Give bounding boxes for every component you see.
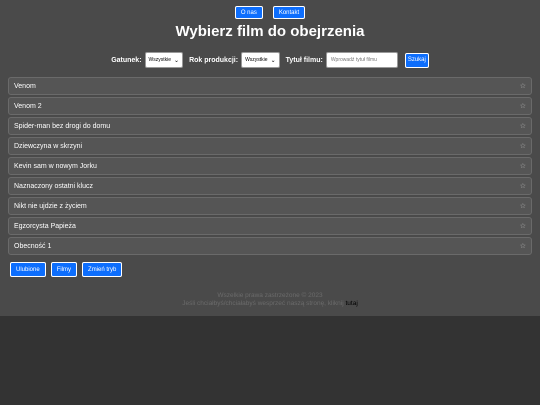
list-item[interactable]: Nikt nie ujdzie z życiem ☆ bbox=[8, 197, 532, 215]
star-icon[interactable]: ☆ bbox=[520, 182, 526, 190]
movie-title: Egzorcysta Papieża bbox=[14, 222, 76, 230]
filter-bar: Gatunek: Wszystkie ⌄ Rok produkcji: Wszy… bbox=[0, 52, 540, 68]
movie-title: Naznaczony ostatni klucz bbox=[14, 182, 93, 190]
contact-button[interactable]: Kontakt bbox=[272, 6, 306, 19]
movie-title: Spider-man bez drogi do domu bbox=[14, 122, 111, 130]
support-line: Jeśli chciałbyś/chciałabyś wesprzeć nasz… bbox=[0, 300, 540, 308]
movie-title: Dziewczyna w skrzyni bbox=[14, 142, 83, 150]
bottom-buttons: Ulubione Filmy Zmień tryb bbox=[10, 262, 123, 277]
movie-title: Obecność 1 bbox=[14, 242, 52, 250]
title-label: Tytuł filmu: bbox=[285, 56, 323, 64]
year-select-value: Wszystkie bbox=[245, 57, 268, 63]
list-item[interactable]: Naznaczony ostatni klucz ☆ bbox=[8, 177, 532, 195]
toggle-mode-button[interactable]: Zmień tryb bbox=[82, 262, 123, 277]
about-button[interactable]: O nas bbox=[234, 6, 263, 19]
star-icon[interactable]: ☆ bbox=[520, 102, 526, 110]
movie-title: Venom bbox=[14, 82, 36, 90]
year-select[interactable]: Wszystkie ⌄ bbox=[241, 52, 280, 68]
page-title: Wybierz film do obejrzenia bbox=[175, 23, 365, 40]
genre-select[interactable]: Wszystkie ⌄ bbox=[144, 52, 184, 68]
genre-select-value: Wszystkie bbox=[148, 57, 172, 63]
list-item[interactable]: Kevin sam w nowym Jorku ☆ bbox=[8, 157, 532, 175]
movie-title: Nikt nie ujdzie z życiem bbox=[14, 202, 87, 210]
title-search-input[interactable]: Wprowadź tytuł filmu bbox=[325, 52, 398, 68]
list-item[interactable]: Spider-man bez drogi do domu ☆ bbox=[8, 117, 532, 135]
films-button[interactable]: Filmy bbox=[50, 262, 78, 277]
favorites-button[interactable]: Ulubione bbox=[10, 262, 46, 277]
star-icon[interactable]: ☆ bbox=[520, 202, 526, 210]
star-icon[interactable]: ☆ bbox=[520, 142, 526, 150]
support-text: Jeśli chciałbyś/chciałabyś wesprzeć nasz… bbox=[182, 300, 344, 307]
support-link[interactable]: tutaj bbox=[346, 300, 358, 307]
star-icon[interactable]: ☆ bbox=[520, 162, 526, 170]
list-item[interactable]: Venom 2 ☆ bbox=[8, 97, 532, 115]
year-label: Rok produkcji: bbox=[189, 56, 239, 64]
copyright-text: Wszelkie prawa zastrzeżone © 2023 bbox=[217, 292, 323, 299]
star-icon[interactable]: ☆ bbox=[520, 242, 526, 250]
list-item[interactable]: Obecność 1 ☆ bbox=[8, 237, 532, 255]
star-icon[interactable]: ☆ bbox=[520, 82, 526, 90]
list-item[interactable]: Venom ☆ bbox=[8, 77, 532, 95]
star-icon[interactable]: ☆ bbox=[520, 222, 526, 230]
footer: Wszelkie prawa zastrzeżone © 2023 Jeśli … bbox=[0, 292, 540, 308]
top-nav: O nas Kontakt bbox=[0, 6, 540, 19]
genre-label: Gatunek: bbox=[111, 56, 142, 64]
chevron-down-icon: ⌄ bbox=[174, 57, 180, 64]
movie-title: Venom 2 bbox=[14, 102, 42, 110]
search-button[interactable]: Szukaj bbox=[404, 52, 429, 68]
movie-title: Kevin sam w nowym Jorku bbox=[14, 162, 97, 170]
chevron-down-icon: ⌄ bbox=[270, 57, 276, 64]
star-icon[interactable]: ☆ bbox=[520, 122, 526, 130]
list-item[interactable]: Dziewczyna w skrzyni ☆ bbox=[8, 137, 532, 155]
list-item[interactable]: Egzorcysta Papieża ☆ bbox=[8, 217, 532, 235]
page-container: O nas Kontakt Wybierz film do obejrzenia… bbox=[0, 0, 540, 316]
movie-list: Venom ☆ Venom 2 ☆ Spider-man bez drogi do … bbox=[8, 77, 532, 257]
